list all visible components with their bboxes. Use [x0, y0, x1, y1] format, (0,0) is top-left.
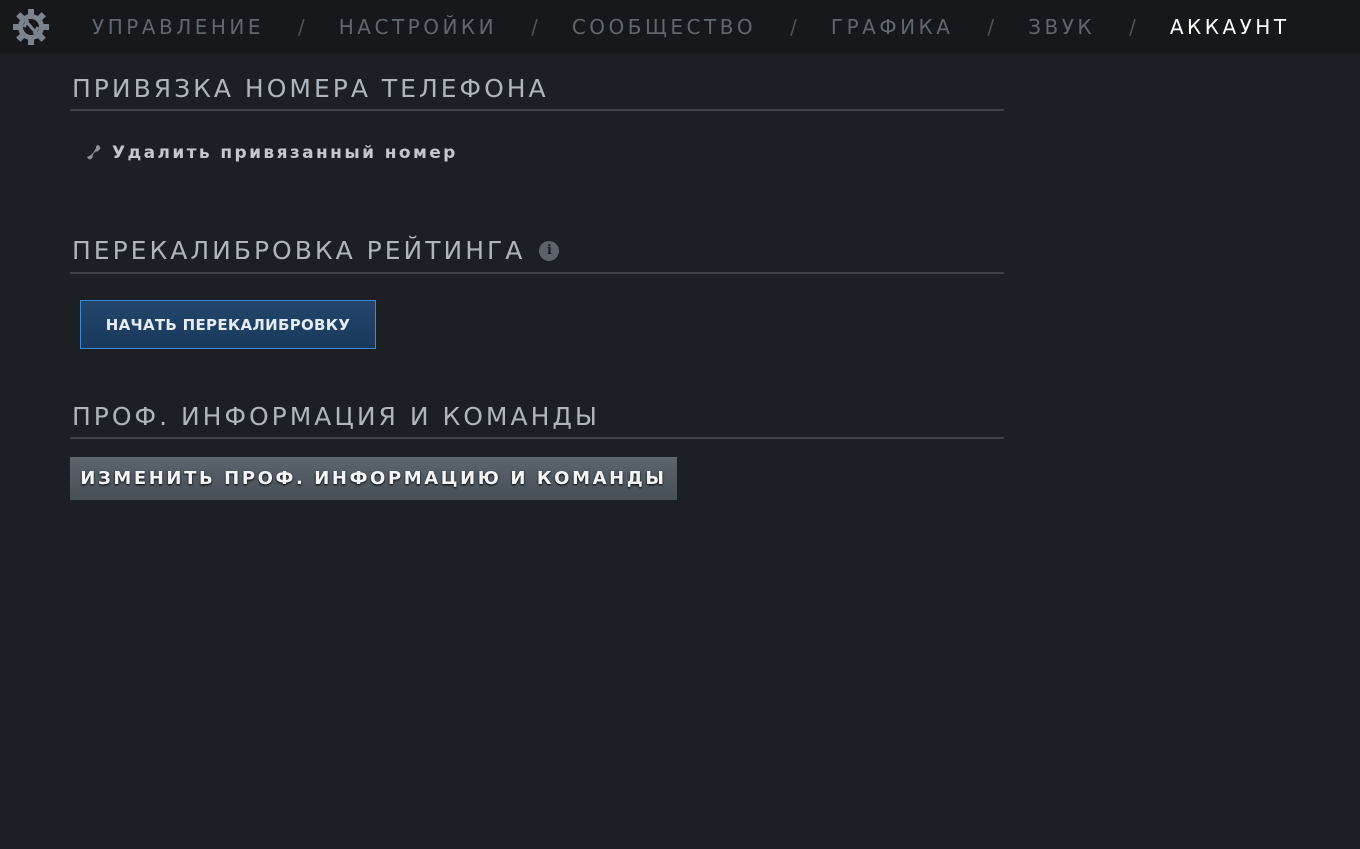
- tab-controls[interactable]: УПРАВЛЕНИЕ: [92, 15, 264, 39]
- gear-icon[interactable]: [10, 7, 52, 47]
- tab-separator: /: [1129, 15, 1136, 39]
- recalibration-title-text: ПЕРЕКАЛИБРОВКА РЕЙТИНГА: [72, 236, 526, 265]
- phone-icon: [87, 145, 101, 160]
- start-recalibration-button[interactable]: НАЧАТЬ ПЕРЕКАЛИБРОВКУ: [80, 300, 376, 349]
- info-icon[interactable]: i: [539, 240, 560, 261]
- tab-options[interactable]: НАСТРОЙКИ: [339, 15, 497, 39]
- section-divider: [70, 437, 1004, 439]
- pro-section-title: ПРОФ. ИНФОРМАЦИЯ И КОМАНДЫ: [72, 402, 600, 431]
- tab-separator: /: [298, 15, 305, 39]
- remove-phone-label: Удалить привязанный номер: [112, 143, 458, 163]
- edit-pro-info-button[interactable]: ИЗМЕНИТЬ ПРОФ. ИНФОРМАЦИЮ И КОМАНДЫ: [70, 457, 677, 500]
- tab-account[interactable]: АККАУНТ: [1170, 15, 1290, 39]
- recalibration-section-title: ПЕРЕКАЛИБРОВКА РЕЙТИНГА i: [72, 236, 560, 265]
- tab-social[interactable]: СООБЩЕСТВО: [572, 15, 756, 39]
- remove-phone-link[interactable]: Удалить привязанный номер: [84, 143, 458, 163]
- tab-audio[interactable]: ЗВУК: [1028, 15, 1095, 39]
- phone-section-title: ПРИВЯЗКА НОМЕРА ТЕЛЕФОНА: [72, 74, 549, 103]
- tab-video[interactable]: ГРАФИКА: [831, 15, 954, 39]
- settings-page: УПРАВЛЕНИЕ / НАСТРОЙКИ / СООБЩЕСТВО / ГР…: [0, 0, 1360, 849]
- tab-separator: /: [531, 15, 538, 39]
- tab-separator: /: [790, 15, 797, 39]
- tab-separator: /: [987, 15, 995, 39]
- section-divider: [70, 272, 1004, 274]
- section-divider: [70, 109, 1004, 111]
- settings-tabs: УПРАВЛЕНИЕ / НАСТРОЙКИ / СООБЩЕСТВО / ГР…: [92, 0, 1290, 54]
- top-nav-bar: УПРАВЛЕНИЕ / НАСТРОЙКИ / СООБЩЕСТВО / ГР…: [0, 0, 1360, 54]
